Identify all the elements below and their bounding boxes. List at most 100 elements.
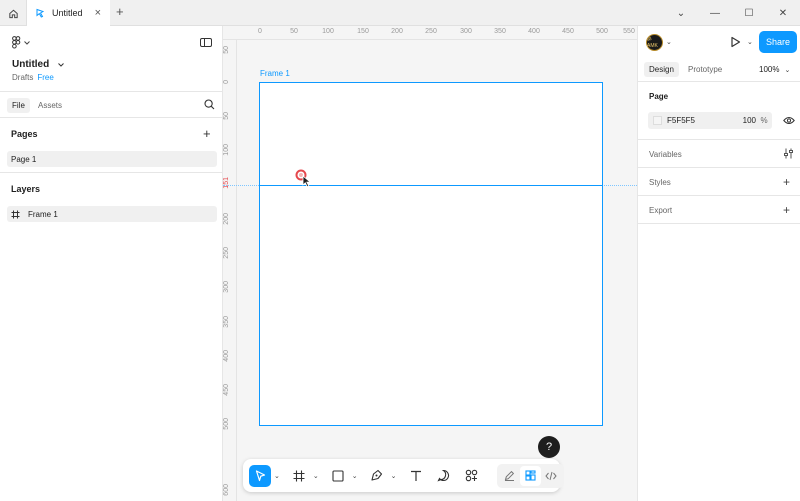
- page-section: Page F5F5F5 100 %: [638, 82, 800, 140]
- dev-mode-button[interactable]: [541, 466, 562, 486]
- frame-label[interactable]: Frame 1: [260, 69, 290, 78]
- draw-mode-button[interactable]: [499, 466, 520, 486]
- ruler-tick: 200: [391, 28, 403, 35]
- ruler-tick: 500: [596, 28, 608, 35]
- ruler-tick: 250: [223, 247, 230, 259]
- chevron-down-icon: ⌄: [784, 67, 791, 74]
- figma-logo-icon: [12, 36, 21, 49]
- fill-opacity-unit: %: [760, 116, 768, 125]
- ruler-tick: 100: [223, 144, 230, 156]
- tab-prototype[interactable]: Prototype: [683, 62, 727, 77]
- file-name: Untitled: [12, 59, 50, 70]
- ruler-tick: 50: [223, 46, 230, 54]
- chevron-down-icon[interactable]: ⌄: [313, 472, 319, 480]
- help-button[interactable]: ?: [538, 436, 560, 458]
- comment-icon: [437, 469, 450, 482]
- mode-switcher: [496, 463, 564, 488]
- ruler-tick: 450: [562, 28, 574, 35]
- ruler-tick: 600: [223, 484, 230, 496]
- main-menu-button[interactable]: [12, 36, 30, 49]
- tab-file[interactable]: File: [7, 98, 30, 113]
- right-panel: ॐ AMK ⌄ ⌄ Share Design Prototype 100% ⌄ P…: [637, 26, 800, 501]
- play-icon[interactable]: [730, 36, 741, 48]
- chevron-down-icon[interactable]: ⌄: [747, 38, 753, 46]
- page-item[interactable]: Page 1: [7, 151, 217, 167]
- text-tool-button[interactable]: [405, 465, 427, 487]
- eye-icon[interactable]: [783, 116, 795, 125]
- layers-title: Layers: [11, 184, 41, 194]
- comment-tool-button[interactable]: [433, 465, 455, 487]
- chevron-down-icon[interactable]: ⌄: [274, 472, 280, 480]
- fill-opacity-input[interactable]: 100: [734, 116, 756, 125]
- chevron-down-icon[interactable]: ⌄: [391, 472, 397, 480]
- location-link[interactable]: Drafts: [12, 73, 33, 82]
- add-export-button[interactable]: +: [783, 204, 790, 216]
- ruler-tick: 100: [322, 28, 334, 35]
- chevron-down-icon[interactable]: ⌄: [666, 38, 672, 46]
- frame-icon: [293, 470, 305, 481]
- layer-item-label: Frame 1: [28, 209, 58, 219]
- zoom-dropdown[interactable]: 100% ⌄: [759, 65, 790, 74]
- ruler-tick: 300: [460, 28, 472, 35]
- variables-title: Variables: [649, 150, 682, 159]
- avatar[interactable]: ॐ AMK: [646, 34, 663, 51]
- left-panel: Untitled Drafts Free File Assets Pages + …: [0, 26, 223, 501]
- divider: [0, 172, 222, 173]
- ruler-tick: 250: [425, 28, 437, 35]
- ruler-tick: 50: [290, 28, 298, 35]
- frame-tool-button[interactable]: ⌄: [288, 465, 319, 487]
- variables-settings-icon[interactable]: [783, 148, 794, 159]
- export-title: Export: [649, 206, 673, 215]
- shape-tool-button[interactable]: ⌄: [327, 465, 358, 487]
- search-icon[interactable]: [204, 99, 215, 110]
- move-tool-button[interactable]: ⌄: [249, 464, 280, 487]
- ruler-tick: 400: [223, 350, 230, 362]
- design-mode-button[interactable]: [519, 465, 541, 486]
- design-mode-icon: [524, 470, 536, 481]
- tabs-menu-button[interactable]: ⌄: [664, 8, 698, 19]
- ruler-tick: 550: [623, 28, 635, 35]
- color-swatch[interactable]: [653, 116, 662, 125]
- text-icon: [410, 470, 421, 481]
- home-button[interactable]: [0, 0, 27, 26]
- pen-tool-button[interactable]: ⌄: [366, 465, 397, 487]
- new-tab-button[interactable]: +: [116, 5, 124, 19]
- add-page-button[interactable]: +: [203, 127, 211, 140]
- styles-title: Styles: [649, 178, 671, 187]
- ruler-tick: 50: [223, 112, 230, 120]
- share-button[interactable]: Share: [759, 31, 797, 53]
- canvas[interactable]: 0 50 100 150 200 250 300 350 400 450 500…: [223, 26, 637, 501]
- cursor-pointer-icon: [295, 169, 312, 188]
- frame-1[interactable]: [259, 82, 603, 426]
- actions-tool-button[interactable]: [461, 465, 483, 487]
- plan-badge[interactable]: Free: [37, 73, 53, 82]
- toggle-sidebar-icon[interactable]: [200, 38, 212, 47]
- page-section-title: Page: [649, 92, 669, 101]
- draw-pencil-icon: [504, 470, 514, 481]
- fill-hex-input[interactable]: F5F5F5: [667, 116, 734, 125]
- zoom-value: 100%: [759, 65, 780, 74]
- minimize-button[interactable]: —: [698, 8, 732, 19]
- file-name-button[interactable]: Untitled: [12, 59, 65, 70]
- home-icon: [8, 9, 18, 18]
- tab-close-button[interactable]: ×: [95, 7, 101, 19]
- ruler-tick: 0: [223, 80, 230, 84]
- page-item-label: Page 1: [11, 154, 37, 164]
- chevron-down-icon[interactable]: ⌄: [352, 472, 358, 480]
- variables-section: Variables: [638, 140, 800, 168]
- tab-assets[interactable]: Assets: [33, 98, 67, 113]
- file-header: Untitled Drafts Free: [0, 26, 222, 92]
- layer-item[interactable]: Frame 1: [7, 206, 217, 222]
- close-window-button[interactable]: ✕: [766, 8, 800, 19]
- ruler-tick: 500: [223, 418, 230, 430]
- add-style-button[interactable]: +: [783, 176, 790, 188]
- maximize-button[interactable]: ☐: [732, 8, 766, 19]
- right-header: ॐ AMK ⌄ ⌄ Share: [638, 26, 800, 58]
- page-fill-row[interactable]: F5F5F5 100 %: [648, 112, 772, 129]
- tab-design[interactable]: Design: [644, 62, 679, 77]
- frame-layer-icon: [11, 210, 20, 218]
- ruler-top: 0 50 100 150 200 250 300 350 400 450 500…: [223, 26, 637, 40]
- bottom-toolbar: ⌄ ⌄ ⌄ ⌄: [243, 459, 564, 492]
- right-tabs: Design Prototype 100% ⌄: [638, 58, 800, 82]
- file-tab[interactable]: Untitled ×: [27, 0, 110, 26]
